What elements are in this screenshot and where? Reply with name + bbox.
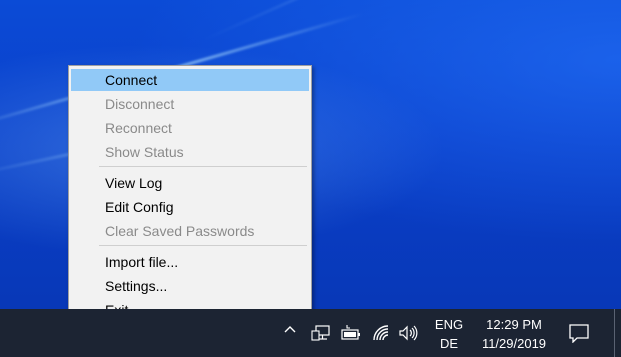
input-language-indicator[interactable]: ENG DE: [428, 315, 470, 353]
menu-item-clear-saved-passwords[interactable]: Clear Saved Passwords: [71, 220, 309, 242]
clock-date: 11/29/2019: [481, 336, 547, 351]
menu-item-import-file[interactable]: Import file...: [71, 251, 309, 273]
clock-time: 12:29 PM: [486, 317, 542, 332]
menu-item-settings[interactable]: Settings...: [71, 275, 309, 297]
taskbar: ENG DE 12:29 PM 11/29/2019: [0, 309, 621, 357]
tray-context-menu: Connect Disconnect Reconnect Show Status…: [68, 65, 312, 323]
menu-item-view-log[interactable]: View Log: [71, 172, 309, 194]
chevron-up-icon[interactable]: [282, 321, 298, 337]
menu-item-connect[interactable]: Connect: [71, 69, 309, 91]
menu-item-reconnect[interactable]: Reconnect: [71, 117, 309, 139]
menu-separator: [99, 166, 307, 167]
show-desktop-button[interactable]: [614, 309, 615, 357]
battery-charging-icon[interactable]: [340, 323, 362, 343]
menu-item-edit-config[interactable]: Edit Config: [71, 196, 309, 218]
keyboard-layout-code: DE: [439, 336, 459, 351]
menu-item-disconnect[interactable]: Disconnect: [71, 93, 309, 115]
menu-item-show-status[interactable]: Show Status: [71, 141, 309, 163]
taskbar-clock[interactable]: 12:29 PM 11/29/2019: [470, 315, 558, 353]
wifi-icon[interactable]: [371, 323, 393, 343]
volume-icon[interactable]: [398, 323, 420, 343]
language-code: ENG: [434, 317, 464, 332]
menu-separator: [99, 245, 307, 246]
light-beam: [199, 0, 585, 43]
action-center-icon[interactable]: [568, 323, 590, 344]
network-wired-icon[interactable]: [310, 323, 332, 343]
